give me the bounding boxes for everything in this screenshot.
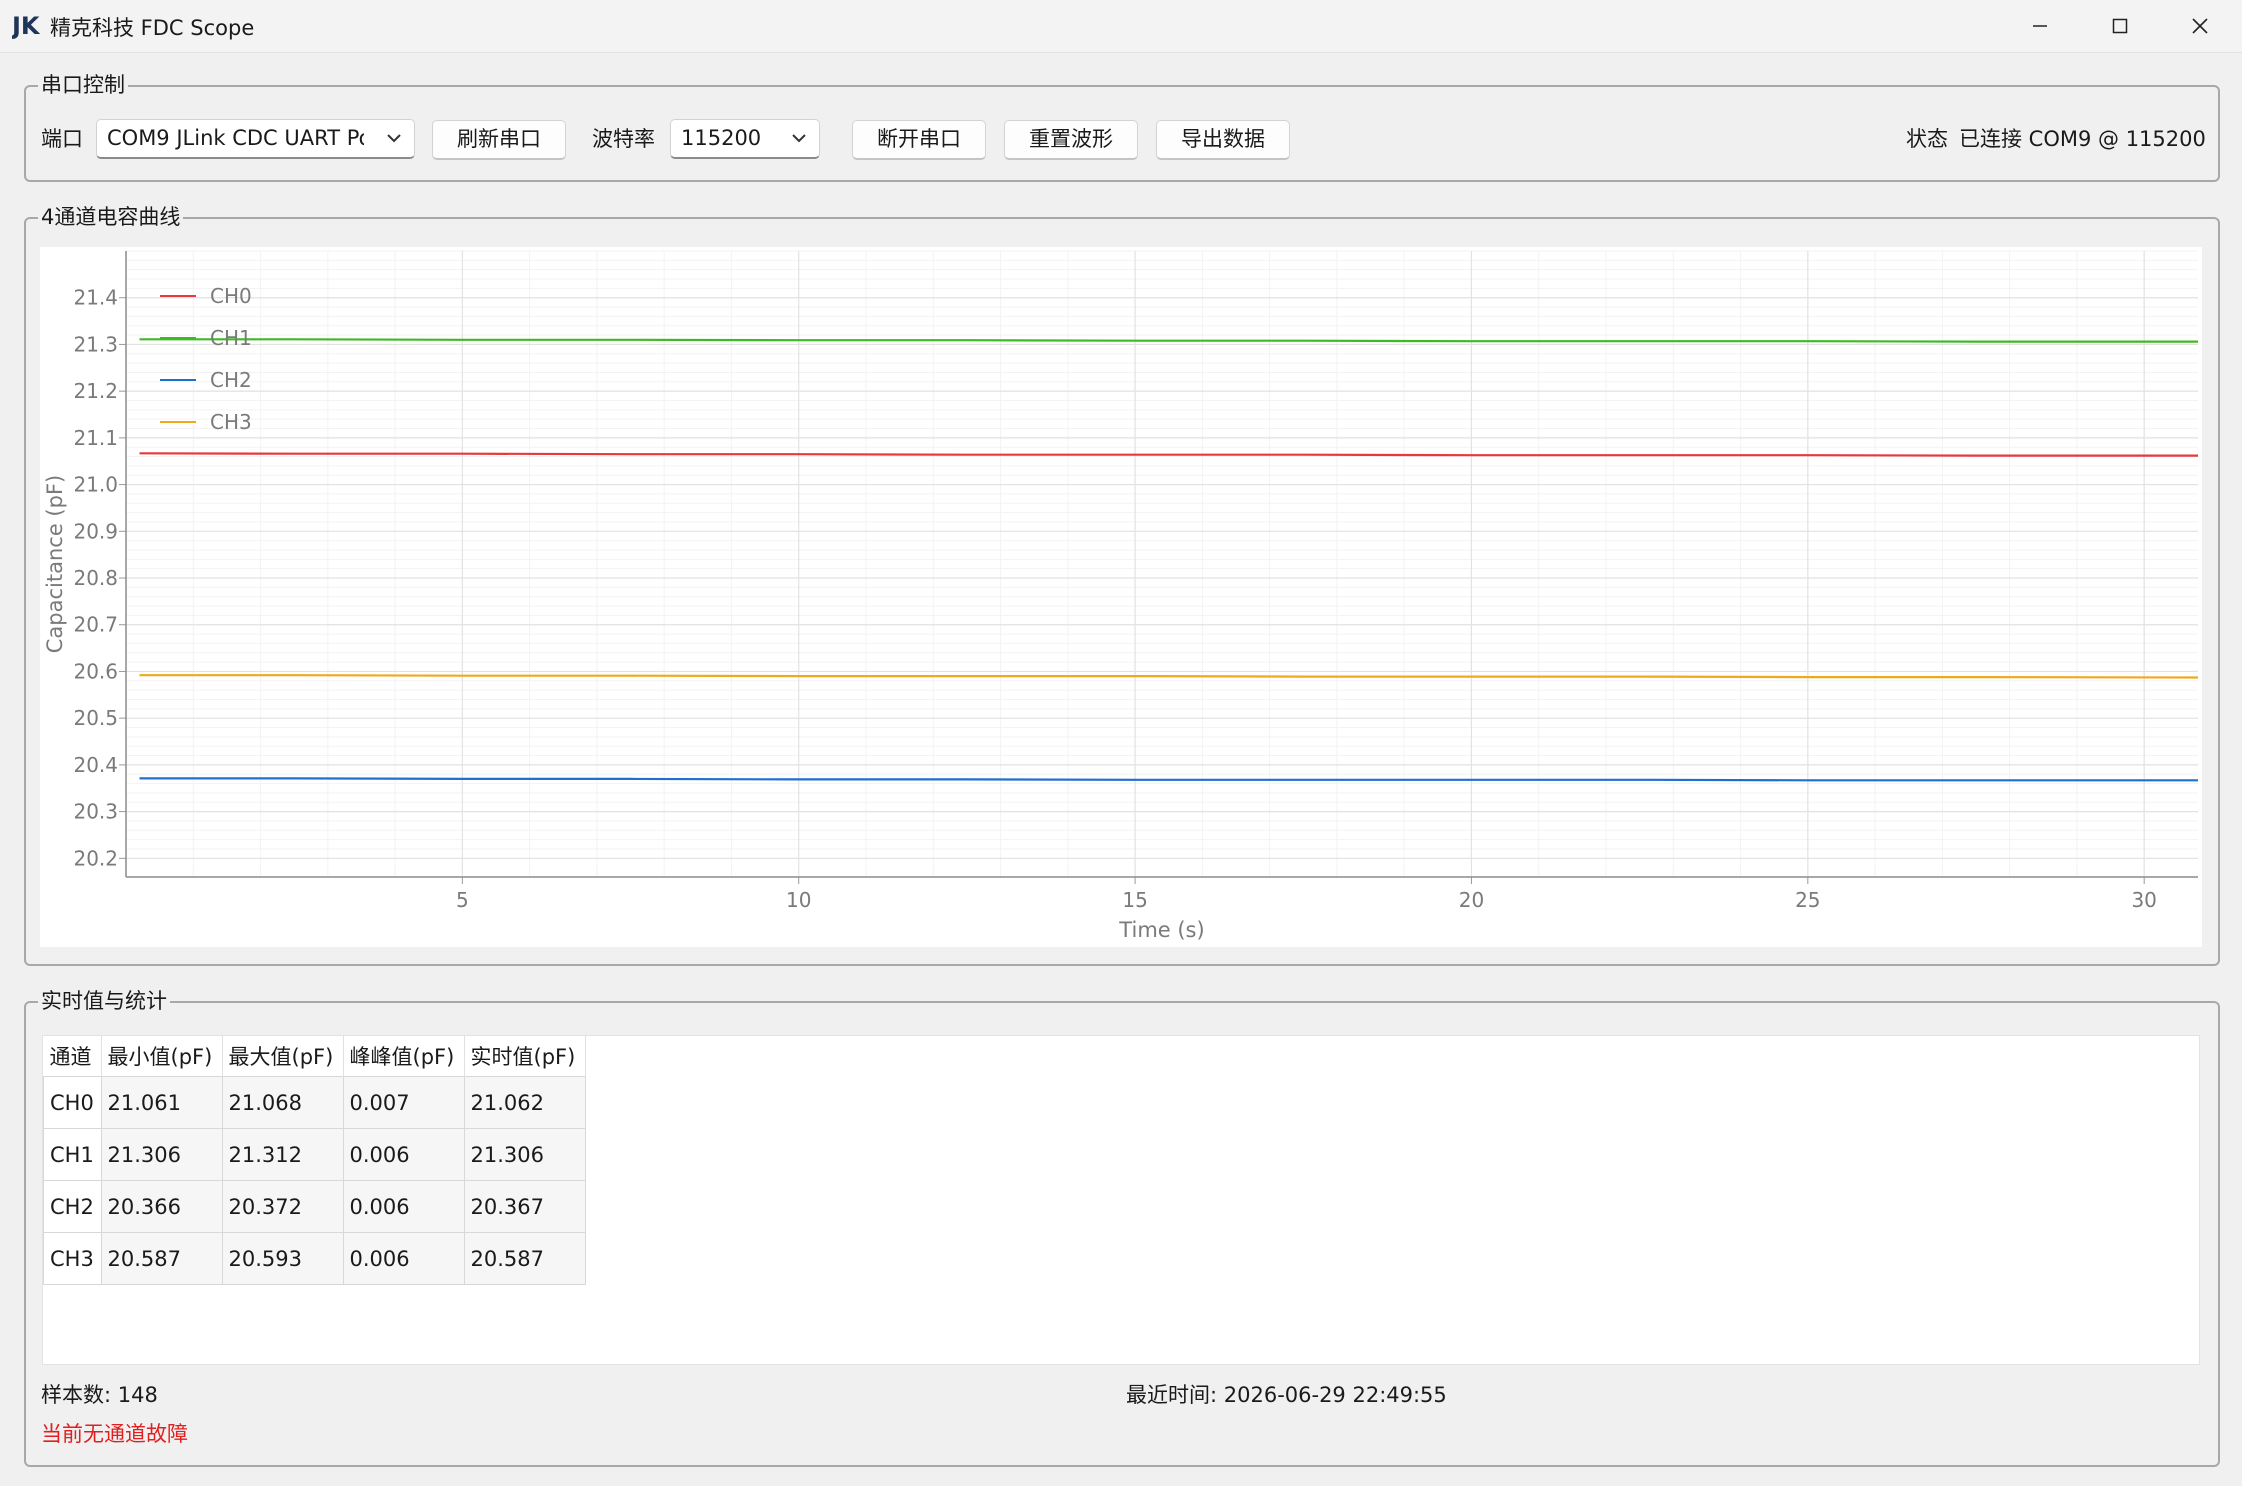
y-tick-label: 21.1 bbox=[73, 426, 118, 450]
close-icon bbox=[2192, 18, 2208, 34]
disconnect-port-button[interactable]: 断开串口 bbox=[852, 120, 986, 160]
x-tick-label: 25 bbox=[1795, 888, 1820, 912]
legend-label-ch0: CH0 bbox=[210, 284, 252, 308]
table-row[interactable]: CH1 21.306 21.312 0.006 21.306 bbox=[43, 1128, 586, 1181]
table-cell[interactable]: 21.306 bbox=[100, 1128, 223, 1181]
port-select-value: COM9 JLink CDC UART Port bbox=[107, 126, 364, 150]
stats-table: 通道 最小值(pF) 最大值(pF) 峰峰值(pF) 实时值(pF) CH0 2… bbox=[43, 1036, 586, 1285]
y-tick-label: 21.2 bbox=[73, 379, 118, 403]
y-tick-label: 21.4 bbox=[73, 286, 118, 310]
fault-status-text: 当前无通道故障 bbox=[41, 1422, 188, 1446]
row-header[interactable]: CH2 bbox=[43, 1180, 102, 1233]
x-tick-label: 20 bbox=[1459, 888, 1484, 912]
row-header[interactable]: CH1 bbox=[43, 1128, 102, 1181]
column-header[interactable]: 峰峰值(pF) bbox=[343, 1036, 465, 1077]
x-axis-title: Time (s) bbox=[1118, 918, 1204, 942]
x-tick-label: 15 bbox=[1122, 888, 1147, 912]
stats-table-area: 通道 最小值(pF) 最大值(pF) 峰峰值(pF) 实时值(pF) CH0 2… bbox=[42, 1035, 2200, 1365]
x-tick-label: 5 bbox=[456, 888, 469, 912]
port-select[interactable]: COM9 JLink CDC UART Port bbox=[96, 119, 415, 159]
row-header[interactable]: CH0 bbox=[43, 1076, 102, 1129]
svg-text:JK: JK bbox=[12, 12, 41, 40]
series-line-ch3 bbox=[139, 674, 2199, 679]
x-tick-label: 10 bbox=[786, 888, 811, 912]
table-cell[interactable]: 21.306 bbox=[463, 1128, 586, 1181]
y-tick-label: 20.8 bbox=[73, 566, 118, 590]
table-cell[interactable]: 0.007 bbox=[342, 1076, 465, 1129]
window-title: 精克科技 FDC Scope bbox=[50, 16, 255, 40]
y-tick-label: 20.4 bbox=[73, 753, 118, 777]
sample-count: 样本数: 148 bbox=[41, 1383, 158, 1407]
minimize-icon bbox=[2033, 25, 2047, 27]
table-cell[interactable]: 20.367 bbox=[463, 1180, 586, 1233]
status-value: 已连接 COM9 @ 115200 bbox=[1959, 127, 2206, 151]
series-line-ch2 bbox=[139, 777, 2198, 782]
table-cell[interactable]: 20.587 bbox=[100, 1232, 223, 1285]
chevron-down-icon bbox=[387, 134, 401, 143]
series-line-ch0 bbox=[139, 452, 2198, 457]
y-tick-label: 21.3 bbox=[73, 332, 118, 356]
y-tick-label: 20.5 bbox=[73, 706, 118, 730]
reset-waveform-button[interactable]: 重置波形 bbox=[1004, 120, 1138, 160]
table-row[interactable]: CH2 20.366 20.372 0.006 20.367 bbox=[43, 1180, 586, 1233]
serial-group-title: 串口控制 bbox=[38, 72, 128, 98]
maximize-button[interactable] bbox=[2080, 0, 2160, 52]
app-logo-icon: JK bbox=[12, 12, 41, 40]
legend-label-ch1: CH1 bbox=[210, 326, 252, 350]
status-label: 状态 bbox=[1906, 127, 1948, 151]
legend-label-ch2: CH2 bbox=[210, 368, 252, 392]
close-button[interactable] bbox=[2160, 0, 2240, 52]
table-cell[interactable]: 0.006 bbox=[342, 1180, 465, 1233]
table-cell[interactable]: 0.006 bbox=[342, 1128, 465, 1181]
table-cell[interactable]: 21.062 bbox=[463, 1076, 586, 1129]
series-line-ch1 bbox=[139, 338, 2198, 343]
table-cell[interactable]: 20.593 bbox=[221, 1232, 344, 1285]
chevron-down-icon bbox=[792, 134, 806, 143]
capacitance-chart: 5 10 15 20 25 30 20.2 20.3 20.4 20.5 20.6 20.7 20.8 2… bbox=[43, 250, 2199, 942]
table-row[interactable]: CH0 21.061 21.068 0.007 21.062 bbox=[43, 1076, 586, 1129]
column-header[interactable]: 最大值(pF) bbox=[222, 1036, 344, 1077]
baud-select[interactable]: 115200 bbox=[670, 119, 820, 159]
export-data-button[interactable]: 导出数据 bbox=[1156, 120, 1290, 160]
table-cell[interactable]: 21.312 bbox=[221, 1128, 344, 1181]
minimize-button[interactable] bbox=[2000, 0, 2080, 52]
last-update-time: 最近时间: 2026-06-29 22:49:55 bbox=[1126, 1383, 1447, 1407]
column-header[interactable]: 实时值(pF) bbox=[464, 1036, 586, 1077]
table-cell[interactable]: 20.366 bbox=[100, 1180, 223, 1233]
plot-area: 5 10 15 20 25 30 20.2 20.3 20.4 20.5 20.6 20.7 20.8 2… bbox=[40, 247, 2202, 947]
baud-select-value: 115200 bbox=[681, 126, 762, 150]
table-cell[interactable]: 20.372 bbox=[221, 1180, 344, 1233]
stats-group-title: 实时值与统计 bbox=[38, 988, 170, 1014]
y-axis-title: Capacitance (pF) bbox=[43, 475, 67, 653]
y-tick-label: 21.0 bbox=[73, 473, 118, 497]
baud-label: 波特率 bbox=[592, 127, 655, 151]
table-cell[interactable]: 0.006 bbox=[342, 1232, 465, 1285]
maximize-icon bbox=[2112, 18, 2128, 34]
refresh-port-button[interactable]: 刷新串口 bbox=[432, 120, 566, 160]
row-header[interactable]: CH3 bbox=[43, 1232, 102, 1285]
table-row[interactable]: CH3 20.587 20.593 0.006 20.587 bbox=[43, 1232, 586, 1285]
y-tick-label: 20.9 bbox=[73, 519, 118, 543]
y-tick-label: 20.6 bbox=[73, 659, 118, 683]
column-header[interactable]: 通道 bbox=[43, 1036, 102, 1077]
title-bar: JK 精克科技 FDC Scope bbox=[0, 0, 2242, 53]
y-tick-label: 20.7 bbox=[73, 613, 118, 637]
column-header[interactable]: 最小值(pF) bbox=[101, 1036, 223, 1077]
y-tick-label: 20.2 bbox=[73, 846, 118, 870]
table-cell[interactable]: 21.068 bbox=[221, 1076, 344, 1129]
table-cell[interactable]: 20.587 bbox=[463, 1232, 586, 1285]
table-cell[interactable]: 21.061 bbox=[100, 1076, 223, 1129]
x-tick-label: 30 bbox=[2131, 888, 2156, 912]
legend-label-ch3: CH3 bbox=[210, 410, 252, 434]
port-label: 端口 bbox=[41, 127, 83, 151]
plot-group-title: 4通道电容曲线 bbox=[38, 204, 184, 230]
table-header-row: 通道 最小值(pF) 最大值(pF) 峰峰值(pF) 实时值(pF) bbox=[43, 1036, 586, 1077]
y-tick-label: 20.3 bbox=[73, 800, 118, 824]
